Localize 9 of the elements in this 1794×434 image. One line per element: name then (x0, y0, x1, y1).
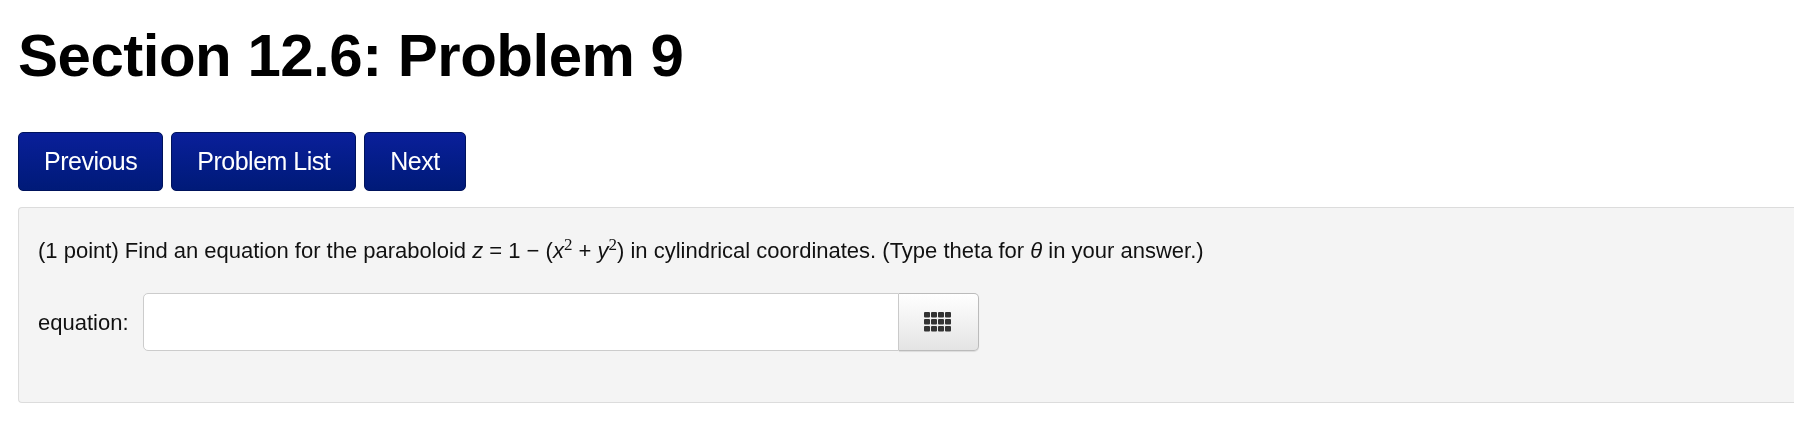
page-title: Section 12.6: Problem 9 (18, 21, 685, 91)
nav-button[interactable]: Next (364, 132, 466, 191)
problem-statement: (1 point) Find an equation for the paraboloid z = 1 − (x$^{2}$ + y$^{2}$) in cylindrical coordinates. (Type theta for θ in your answer.) (38, 235, 1205, 265)
nav-button[interactable]: Previous (18, 132, 164, 191)
grid-icon (924, 312, 953, 332)
answer-field[interactable] (142, 293, 899, 351)
nav-button[interactable]: Problem List (171, 132, 357, 191)
answer-label: equation: (38, 308, 129, 337)
keypad-button[interactable] (898, 293, 979, 351)
